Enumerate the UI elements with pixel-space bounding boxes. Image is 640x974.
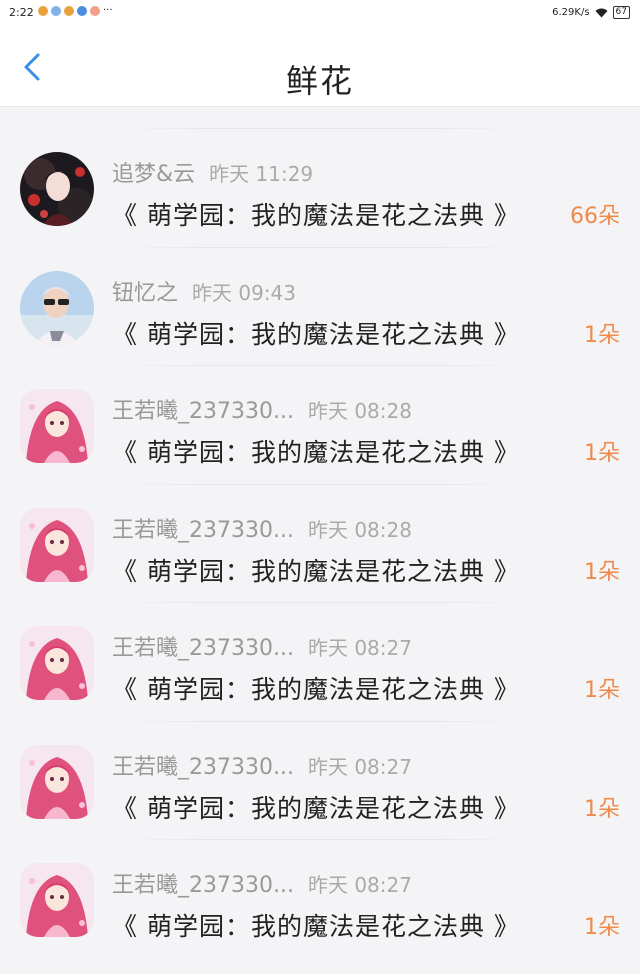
divider [120, 720, 520, 722]
flower-count: 1朵 [584, 441, 620, 466]
username-text: 王若曦_237330... [112, 873, 294, 898]
divider [120, 602, 520, 603]
divider [120, 365, 520, 366]
username[interactable]: 钮忆之 昨天 09:43 [112, 275, 296, 307]
timestamp: 昨天 11:29 [209, 162, 314, 186]
divider [120, 246, 520, 248]
timestamp: 昨天 08:27 [307, 636, 412, 660]
status-time: 2:22 [9, 6, 34, 19]
book-title[interactable]: 《 萌学园：我的魔法是花之法典 》 [112, 670, 520, 706]
book-title[interactable]: 《 萌学园：我的魔法是花之法典 》 [112, 907, 520, 943]
list-item[interactable]: 王若曦_237330... 昨天 08:28 《 萌学园：我的魔法是花之法典 》 … [0, 355, 640, 474]
flower-count: 1朵 [584, 796, 620, 822]
nav-bar: 鲜花 [0, 26, 640, 107]
book-title[interactable]: 《 萌学园：我的魔法是花之法典 》 [112, 433, 520, 469]
app-icon [77, 6, 87, 16]
flower-count: 1朵 [584, 559, 620, 585]
username-text: 追梦&云 [112, 162, 196, 187]
avatar[interactable] [20, 389, 94, 463]
list-item[interactable]: 钮忆之 昨天 09:43 《 萌学园：我的魔法是花之法典 》 1朵 [0, 237, 640, 356]
list-item[interactable]: 追梦&云 昨天 11:29 《 萌学园：我的魔法是花之法典 》 66朵 [0, 118, 640, 237]
username-text: 王若曦_237330... [112, 636, 294, 661]
video-icon [90, 6, 100, 16]
cloud-icon [51, 6, 61, 16]
list-item[interactable]: 王若曦_237330... 昨天 08:27 《 萌学园：我的魔法是花之法典 》 … [0, 829, 640, 948]
book-title[interactable]: 《 萌学园：我的魔法是花之法典 》 [112, 552, 520, 588]
list-item[interactable]: 王若曦_237330... 昨天 08:28 《 萌学园：我的魔法是花之法典 》 … [0, 474, 640, 593]
timestamp: 昨天 08:28 [307, 399, 412, 423]
flower-count: 66朵 [570, 204, 620, 229]
battery-icon: 67 [612, 6, 630, 19]
avatar[interactable] [20, 744, 94, 819]
username-text: 王若曦_237330... [112, 399, 294, 424]
flower-list: 追梦&云 昨天 11:29 《 萌学园：我的魔法是花之法典 》 66朵 钮忆之 昨天… [0, 118, 640, 948]
avatar[interactable] [20, 507, 94, 582]
timestamp: 昨天 08:28 [307, 517, 412, 542]
network-speed: 6.29K/s [552, 7, 590, 18]
avatar[interactable] [20, 152, 94, 226]
flower-count: 1朵 [584, 322, 620, 348]
timestamp: 昨天 08:27 [307, 873, 412, 897]
book-title[interactable]: 《 萌学园：我的魔法是花之法典 》 [112, 315, 520, 351]
username-text: 钮忆之 [112, 280, 179, 306]
list-item[interactable]: 王若曦_237330... 昨天 08:27 《 萌学园：我的魔法是花之法典 》 … [0, 592, 640, 711]
list-item[interactable]: 王若曦_237330... 昨天 08:27 《 萌学园：我的魔法是花之法典 》 … [0, 711, 640, 830]
username[interactable]: 王若曦_237330... 昨天 08:27 [112, 867, 412, 899]
book-title[interactable]: 《 萌学园：我的魔法是花之法典 》 [112, 196, 520, 232]
username[interactable]: 王若曦_237330... 昨天 08:28 [112, 512, 412, 544]
timestamp: 昨天 09:43 [192, 280, 297, 305]
username[interactable]: 追梦&云 昨天 11:29 [112, 156, 313, 188]
username-text: 王若曦_237330... [112, 517, 294, 543]
book-title[interactable]: 《 萌学园：我的魔法是花之法典 》 [112, 789, 520, 825]
avatar[interactable] [20, 626, 94, 700]
divider [120, 839, 520, 840]
avatar[interactable] [20, 270, 94, 345]
status-right: 6.29K/s 67 [552, 6, 630, 19]
more-notifications: ··· [103, 5, 113, 16]
username[interactable]: 王若曦_237330... 昨天 08:28 [112, 393, 412, 425]
page-title: 鲜花 [285, 62, 354, 100]
timestamp: 昨天 08:27 [307, 754, 412, 779]
weibo-icon [38, 6, 48, 16]
divider [120, 128, 520, 129]
flower-count: 1朵 [584, 678, 620, 703]
status-bar: 2:22 ··· 6.29K/s 67 [0, 0, 640, 26]
weibo-icon [64, 6, 74, 16]
wifi-icon [595, 8, 608, 17]
flower-count: 1朵 [584, 915, 620, 940]
notification-icons: ··· [38, 6, 113, 16]
avatar[interactable] [20, 863, 94, 937]
username[interactable]: 王若曦_237330... 昨天 08:27 [112, 630, 412, 662]
divider [120, 483, 520, 485]
username[interactable]: 王若曦_237330... 昨天 08:27 [112, 749, 412, 781]
username-text: 王若曦_237330... [112, 754, 294, 780]
